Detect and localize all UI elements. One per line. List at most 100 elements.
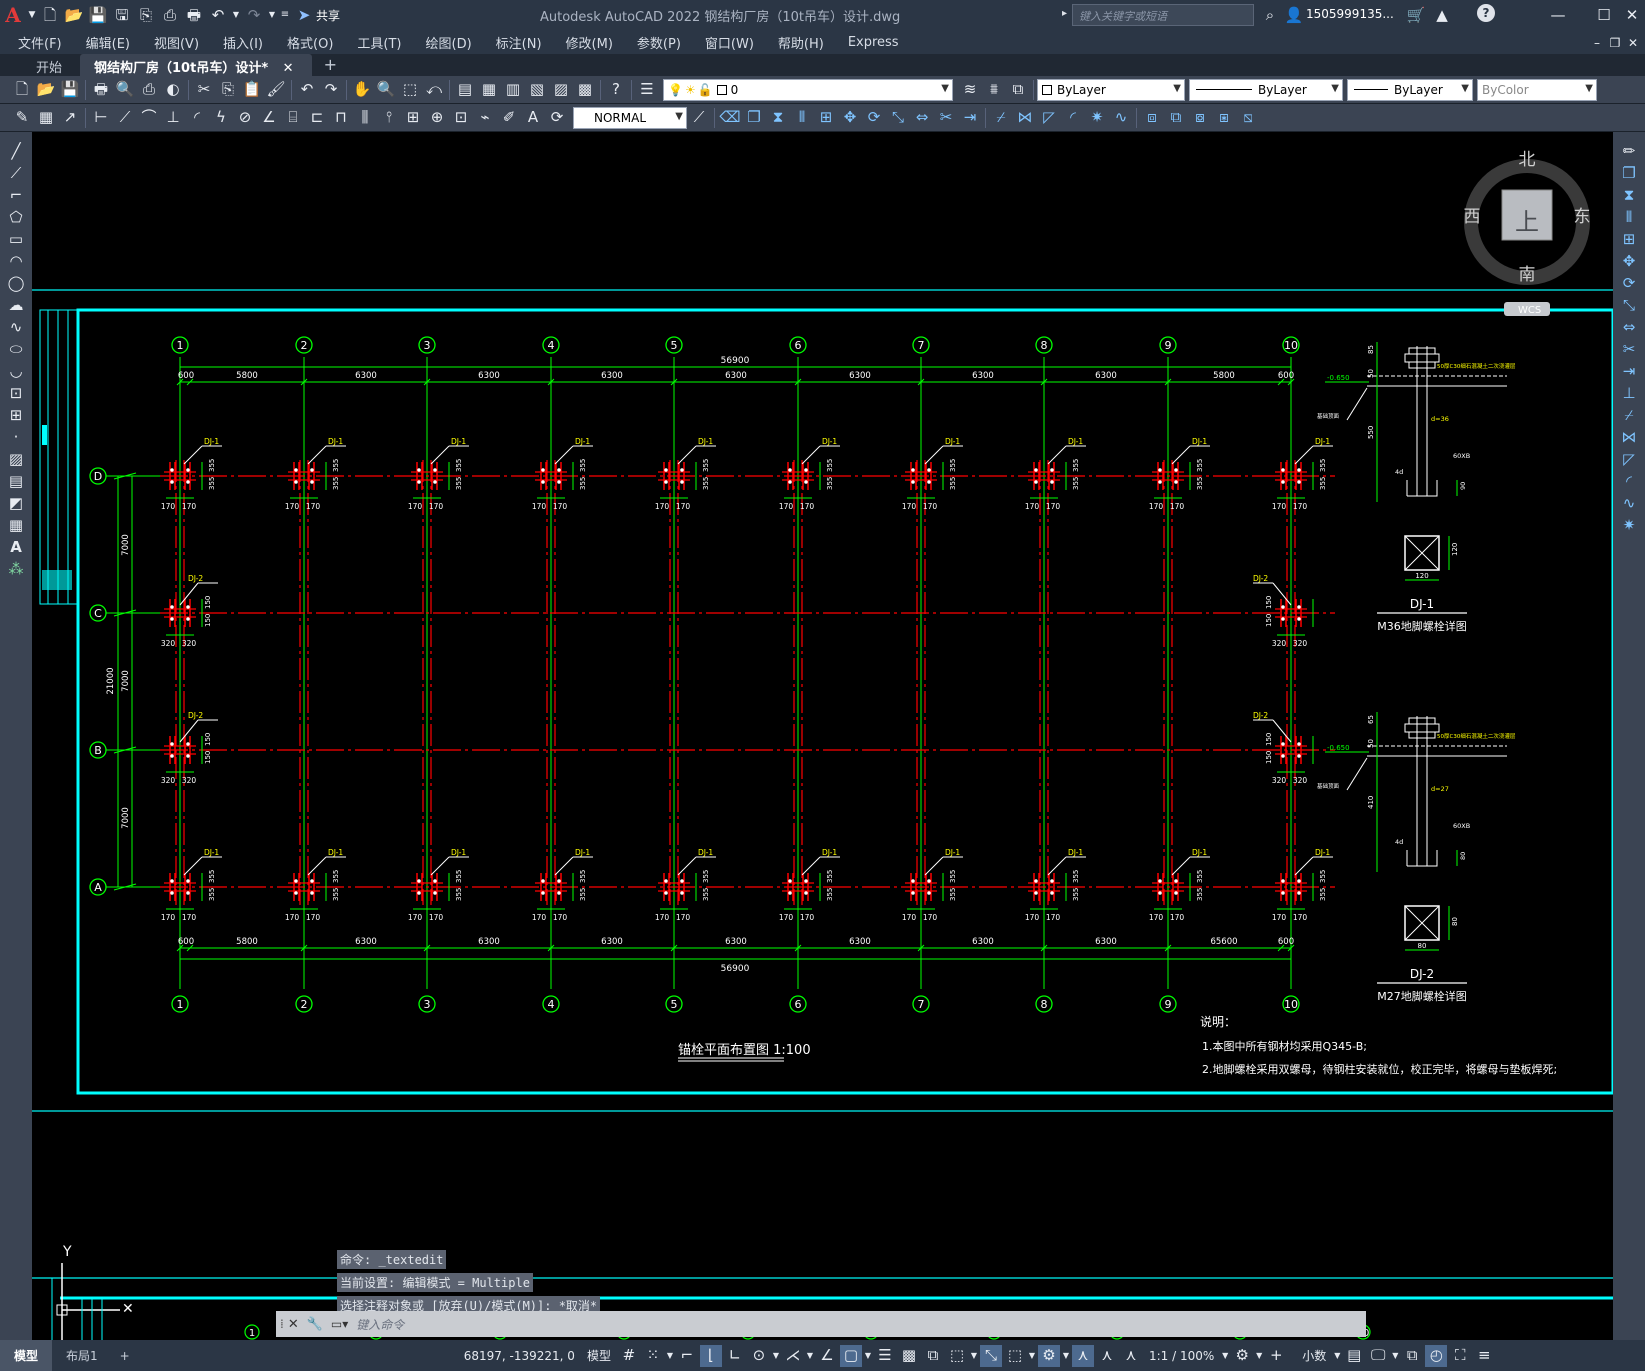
user-icon[interactable]: 👤: [1283, 4, 1305, 26]
table-style-icon[interactable]: ▦: [35, 107, 57, 129]
print-icon[interactable]: 🖶: [90, 79, 112, 101]
line-icon[interactable]: ╱: [5, 140, 27, 162]
ortho-icon[interactable]: ∟: [724, 1345, 746, 1367]
layer-properties-icon[interactable]: ☰: [636, 79, 658, 101]
coordinates-readout[interactable]: 68197, -139221, 0: [458, 1349, 581, 1363]
dim-text-edit-icon[interactable]: A: [522, 107, 544, 129]
annotation-monitor-icon[interactable]: +: [1265, 1345, 1287, 1367]
jogged-dim-icon[interactable]: ϟ: [210, 107, 232, 129]
snap-icon[interactable]: ⁙: [642, 1345, 664, 1367]
isodraft-icon[interactable]: ⋌: [782, 1345, 804, 1367]
plotstyle-dropdown[interactable]: ByColor ▼: [1477, 78, 1597, 101]
stretch-right-icon[interactable]: ⇔: [1618, 316, 1640, 338]
3d-osnap-icon[interactable]: ⬚: [946, 1345, 968, 1367]
viewcube-south[interactable]: 南: [1519, 265, 1536, 285]
offset-right-icon[interactable]: ⫴: [1618, 206, 1640, 228]
isodraft-dropdown-icon[interactable]: ▼: [806, 1345, 814, 1367]
mirror-icon[interactable]: ⧗: [767, 107, 789, 129]
polar-dropdown-icon[interactable]: ▼: [772, 1345, 780, 1367]
gradient-icon[interactable]: ▤: [5, 470, 27, 492]
units-dropdown-icon[interactable]: ▼: [1333, 1345, 1341, 1367]
scale-dropdown-icon[interactable]: ▼: [1221, 1345, 1229, 1367]
3d-osnap-dropdown-icon[interactable]: ▼: [970, 1345, 978, 1367]
mirror-right-icon[interactable]: ⧗: [1618, 184, 1640, 206]
save-as-icon[interactable]: 🖫: [111, 4, 133, 26]
extend-icon[interactable]: ⇥: [959, 107, 981, 129]
fillet-right-icon[interactable]: ◜: [1618, 470, 1640, 492]
menu-view[interactable]: 视图(V): [142, 33, 211, 52]
make-block-icon[interactable]: ⊞: [5, 404, 27, 426]
viewcube[interactable]: 上 北 南 东 西 WCS: [1464, 150, 1591, 316]
construction-line-icon[interactable]: ⟋: [5, 162, 27, 184]
annotation-visibility-icon[interactable]: ⋏: [1071, 1344, 1094, 1367]
gizmo-dropdown-icon[interactable]: ▼: [1062, 1345, 1070, 1367]
undo-dropdown-icon[interactable]: ▼: [231, 4, 241, 26]
quick-dim-icon[interactable]: ⌸: [282, 107, 304, 129]
calculator-icon[interactable]: ▩: [574, 79, 596, 101]
dim-break-icon[interactable]: ⫯: [378, 107, 400, 129]
menu-file[interactable]: 文件(F): [6, 33, 74, 52]
radius-dim-icon[interactable]: ◜: [186, 107, 208, 129]
region-icon[interactable]: ◩: [5, 492, 27, 514]
menu-format[interactable]: 格式(O): [275, 33, 345, 52]
mleader-style-icon[interactable]: ↗: [59, 107, 81, 129]
array-right-icon[interactable]: ⊞: [1618, 228, 1640, 250]
rectangle-icon[interactable]: ▭: [5, 228, 27, 250]
text-style-icon[interactable]: ✎: [11, 107, 33, 129]
doc-close-icon[interactable]: ✕: [1622, 32, 1644, 54]
viewcube-west[interactable]: 西: [1464, 207, 1481, 227]
properties-icon[interactable]: ▤: [454, 79, 476, 101]
polyline-icon[interactable]: ⌐: [5, 184, 27, 206]
extend-right-icon[interactable]: ⇥: [1618, 360, 1640, 382]
circle-icon[interactable]: ◯: [5, 272, 27, 294]
polar-icon[interactable]: ⊙: [748, 1345, 770, 1367]
insert-block-icon[interactable]: ⊡: [5, 382, 27, 404]
search-icon[interactable]: ⌕: [1259, 4, 1281, 26]
grid-icon[interactable]: #: [618, 1345, 640, 1367]
search-arrow-icon[interactable]: ▸: [1062, 8, 1067, 19]
share-icon[interactable]: ➤: [293, 4, 315, 26]
object-snap-tracking-icon[interactable]: ∠: [816, 1345, 838, 1367]
open-file-icon[interactable]: 📂: [63, 4, 85, 26]
wcs-label[interactable]: WCS: [1518, 305, 1541, 316]
copy-object-icon[interactable]: ❐: [743, 107, 765, 129]
layer-states-icon[interactable]: ⧉: [1007, 79, 1029, 101]
share-label[interactable]: 共享: [316, 7, 340, 24]
transparency-icon[interactable]: ▩: [898, 1345, 920, 1367]
annotation-scale-value[interactable]: 1:1 / 100%: [1143, 1349, 1220, 1363]
tab-model[interactable]: 模型: [0, 1340, 53, 1371]
copy-icon[interactable]: ⎘: [217, 79, 239, 101]
polygon-icon[interactable]: ⬠: [5, 206, 27, 228]
qsave-icon[interactable]: 💾: [59, 79, 81, 101]
close-window-icon[interactable]: ✕: [1621, 4, 1643, 26]
publish-icon[interactable]: ⎙: [138, 79, 160, 101]
qnew-icon[interactable]: 🗋: [11, 79, 33, 101]
continue-dim-icon[interactable]: ⊓: [330, 107, 352, 129]
chamfer-right-icon[interactable]: ◸: [1618, 448, 1640, 470]
plot-icon[interactable]: 🖶: [183, 4, 205, 26]
diameter-dim-icon[interactable]: ⊘: [234, 107, 256, 129]
snap-dropdown-icon[interactable]: ▼: [666, 1345, 674, 1367]
tab-close-icon[interactable]: ✕: [283, 61, 294, 76]
point-icon[interactable]: ·: [5, 426, 27, 448]
add-layout-button[interactable]: +: [112, 1340, 138, 1371]
match-properties-icon[interactable]: 🖌: [265, 79, 287, 101]
trim-icon[interactable]: ✂: [935, 107, 957, 129]
table-icon[interactable]: ▦: [5, 514, 27, 536]
auto-scale-icon[interactable]: ⋏: [1096, 1345, 1118, 1367]
dynamic-input-icon[interactable]: ⌊: [699, 1344, 722, 1367]
arc-icon[interactable]: ◠: [5, 250, 27, 272]
print-preview-icon[interactable]: 🔍: [114, 79, 136, 101]
notes-title[interactable]: 说明：: [1200, 1014, 1236, 1029]
mtext-icon[interactable]: A: [5, 536, 27, 558]
drawing-area[interactable]: 1 1 2 2 3 3 4 4 5 5 6 6 7 7 8 8 9 9 10 10 D C B A DJ-1 355 355 170…: [32, 132, 1613, 1340]
bring-front-icon[interactable]: ⧉: [1165, 107, 1187, 129]
tab-start[interactable]: 开始: [0, 54, 80, 76]
aligned-dim-icon[interactable]: ⟋: [114, 107, 136, 129]
blend-icon[interactable]: ∿: [1110, 107, 1132, 129]
ordinate-dim-icon[interactable]: ⊥: [162, 107, 184, 129]
selection-filter-icon[interactable]: ⬚: [1004, 1345, 1026, 1367]
hatch-icon[interactable]: ▨: [5, 448, 27, 470]
undo-icon[interactable]: ↶: [207, 4, 229, 26]
autodesk-app-icon[interactable]: ▲: [1431, 4, 1453, 26]
